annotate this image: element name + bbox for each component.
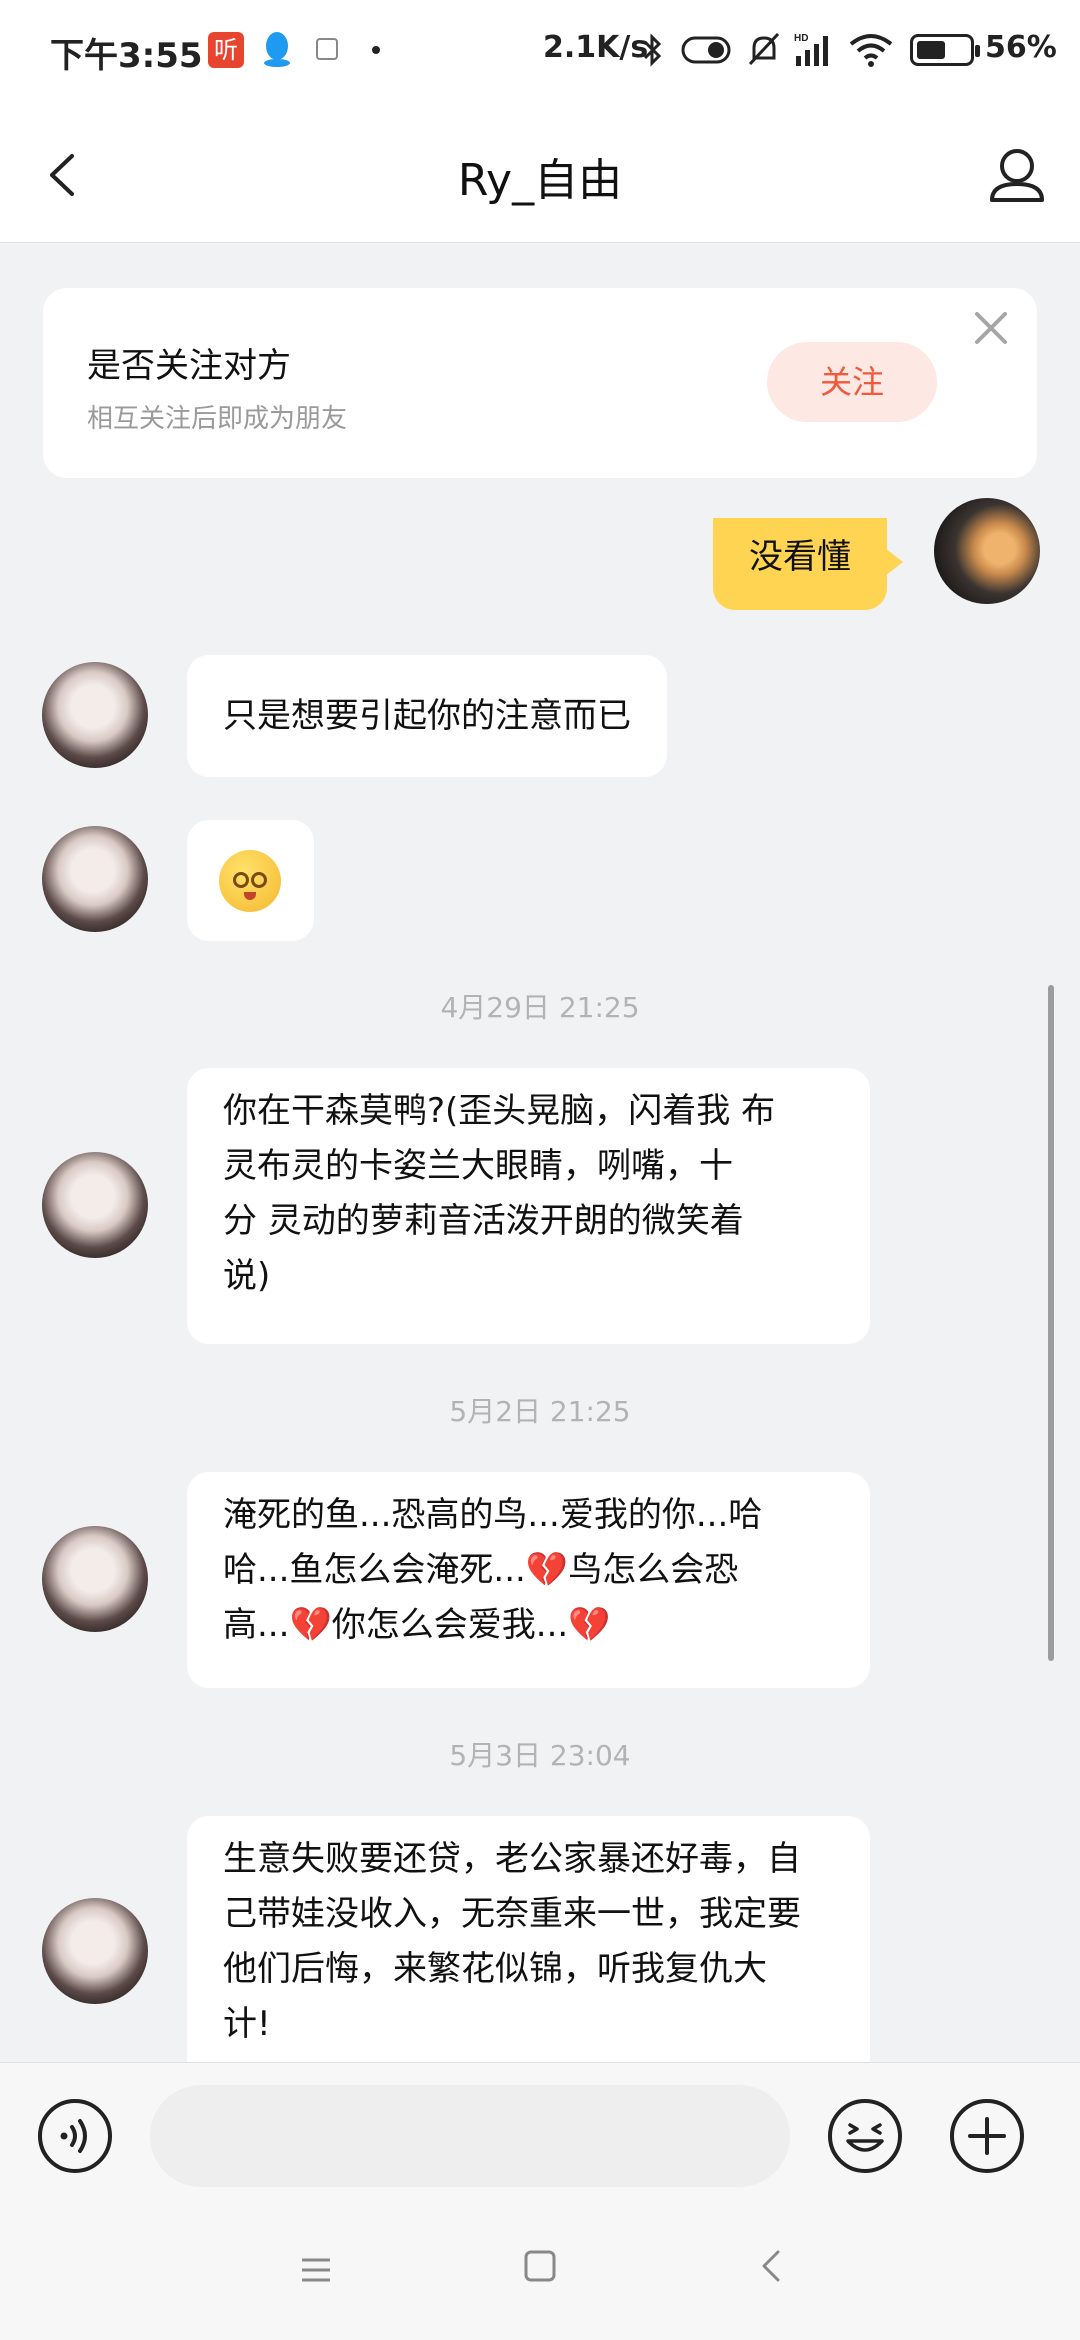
voice-input-icon[interactable] <box>36 2097 114 2175</box>
profile-button[interactable] <box>982 140 1052 210</box>
contact-avatar[interactable] <box>42 1526 148 1632</box>
message-line: 他们后悔，来繁花似锦，听我复仇大 <box>223 1949 767 1989</box>
follow-suggestion-card: 是否关注对方 相互关注后即成为朋友 关注 <box>43 288 1037 478</box>
message-bubble-emoji[interactable] <box>187 820 314 941</box>
message-line: 生意失败要还贷，老公家暴还好毒，自 <box>223 1839 801 1879</box>
battery-level <box>917 41 945 59</box>
message-line: 高...💔你怎么会爱我...💔 <box>223 1598 834 1653</box>
contact-avatar[interactable] <box>42 1898 148 2004</box>
svg-text:HD: HD <box>794 33 808 44</box>
contact-avatar[interactable] <box>42 826 148 932</box>
contact-avatar[interactable] <box>42 662 148 768</box>
mute-bell-icon <box>748 32 780 66</box>
status-time: 下午3:55 <box>50 36 203 76</box>
message-line: 己带娃没收入，无奈重来一世，我定要 <box>223 1894 801 1934</box>
broken-heart-icon: 💔 <box>525 1550 569 1590</box>
chat-header: Ry_自由 <box>0 100 1080 243</box>
plus-icon[interactable] <box>948 2097 1026 2175</box>
message-line: 哈...鱼怎么会淹死...💔鸟怎么会恐 <box>223 1543 834 1598</box>
message-line: 你在干森莫鸭?(歪头晃脑，闪着我 布 <box>223 1091 776 1131</box>
message-line: 灵布灵的卡姿兰大眼睛，咧嘴，十 <box>223 1146 733 1186</box>
system-navigation-bar <box>0 2210 1080 2340</box>
emoji-icon[interactable] <box>826 2097 904 2175</box>
close-icon[interactable] <box>969 306 1013 350</box>
qq-notification-icon <box>264 32 290 67</box>
message-bubble-received[interactable]: 你在干森莫鸭?(歪头晃脑，闪着我 布 灵布灵的卡姿兰大眼睛，咧嘴，十 分 灵动的… <box>187 1068 870 1344</box>
toggle-icon <box>681 36 731 64</box>
message-bubble-received[interactable]: 淹死的鱼...恐高的鸟...爱我的你...哈 哈...鱼怎么会淹死...💔鸟怎么… <box>187 1472 870 1688</box>
battery-percent: 56% <box>985 30 1057 65</box>
battery-icon <box>910 34 980 66</box>
app-notification-icon-2 <box>316 38 338 60</box>
wifi-icon <box>849 34 893 67</box>
message-input[interactable] <box>150 2085 790 2187</box>
follow-card-subtitle: 相互关注后即成为朋友 <box>87 404 348 434</box>
signal-icon: HD <box>794 33 828 66</box>
message-input-bar <box>0 2062 1080 2210</box>
flushed-face-emoji-icon <box>219 850 281 912</box>
nav-back-icon[interactable] <box>752 2246 792 2286</box>
page-title: Ry_自由 <box>457 155 623 206</box>
broken-heart-icon: 💔 <box>568 1605 611 1645</box>
recent-apps-icon[interactable] <box>296 2250 336 2290</box>
message-timestamp: 5月3日 23:04 <box>449 1739 631 1772</box>
app-notification-icon: 听 <box>208 32 244 68</box>
message-timestamp: 5月2日 21:25 <box>449 1395 631 1428</box>
message-timestamp: 4月29日 21:25 <box>440 991 640 1024</box>
message-line: 说) <box>223 1256 271 1296</box>
network-speed: 2.1K/s <box>543 30 649 65</box>
message-line: 淹死的鱼...恐高的鸟...爱我的你...哈 <box>223 1495 763 1535</box>
message-line: 计! <box>223 2004 271 2044</box>
contact-avatar[interactable] <box>42 1152 148 1258</box>
my-avatar[interactable] <box>934 498 1040 604</box>
chat-scrollbar[interactable] <box>1048 985 1054 1661</box>
message-bubble-sent[interactable]: 没看懂 <box>713 518 903 610</box>
message-line: 分 灵动的萝莉音活泼开朗的微笑着 <box>223 1201 744 1241</box>
message-bubble-received[interactable]: 只是想要引起你的注意而已 <box>187 655 667 777</box>
follow-button[interactable]: 关注 <box>767 342 937 422</box>
more-notifications-dot <box>372 46 380 54</box>
home-icon[interactable] <box>522 2248 558 2284</box>
bluetooth-icon <box>643 33 662 67</box>
broken-heart-icon: 💔 <box>289 1605 332 1645</box>
follow-card-title: 是否关注对方 <box>87 346 291 386</box>
status-bar: 下午3:55 听 2.1K/s HD 56% <box>0 0 1080 100</box>
